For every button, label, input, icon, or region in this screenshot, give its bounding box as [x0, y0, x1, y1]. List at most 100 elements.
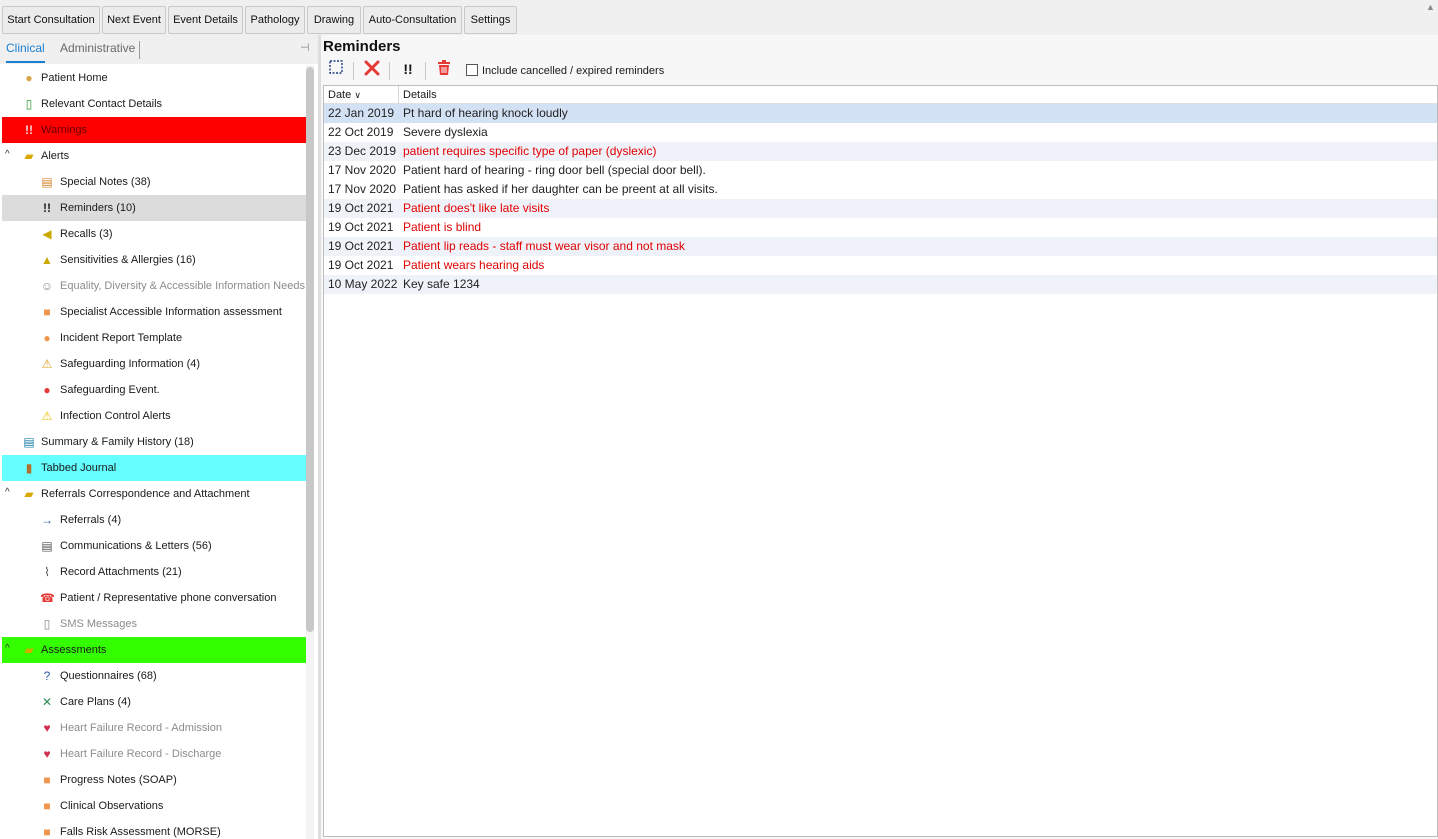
tree-item-specialist-accessible-info[interactable]: ■ Specialist Accessible Information asse…: [2, 299, 306, 325]
tree-item-label: Falls Risk Assessment (MORSE): [60, 826, 221, 838]
row-details: Key safe 1234: [403, 277, 480, 291]
table-row[interactable]: 19 Oct 2021 Patient lip reads - staff mu…: [324, 237, 1437, 256]
chevron-up-icon[interactable]: ^: [5, 149, 10, 160]
drawing-button[interactable]: Drawing: [307, 6, 361, 34]
journal-icon: ▮: [25, 461, 33, 475]
folder-icon: ▰: [24, 149, 34, 163]
auto-consultation-button[interactable]: Auto-Consultation: [363, 6, 462, 34]
trash-icon[interactable]: [435, 60, 453, 78]
tree-item-label: Care Plans (4): [60, 696, 131, 708]
table-row[interactable]: 19 Oct 2021 Patient wears hearing aids: [324, 256, 1437, 275]
tree-item-safeguarding-information[interactable]: ⚠ Safeguarding Information (4): [2, 351, 306, 377]
book-icon: ▤: [23, 435, 35, 449]
tree-item-equality-diversity[interactable]: ☺ Equality, Diversity & Accessible Infor…: [2, 273, 306, 299]
tree-item-infection-control[interactable]: ⚠ Infection Control Alerts: [2, 403, 306, 429]
row-details: Patient has asked if her daughter can be…: [403, 182, 718, 196]
column-separator[interactable]: [398, 86, 399, 104]
row-details: Patient wears hearing aids: [403, 258, 545, 272]
event-details-button[interactable]: Event Details: [168, 6, 243, 34]
tree-item-questionnaires[interactable]: ? Questionnaires (68): [2, 663, 306, 689]
tree-item-care-plans[interactable]: ✕ Care Plans (4): [2, 689, 306, 715]
tree-item-label: Questionnaires (68): [60, 670, 157, 682]
pathology-button[interactable]: Pathology: [245, 6, 305, 34]
tree-item-relevant-contact-details[interactable]: ▯ Relevant Contact Details: [2, 91, 306, 117]
row-details: Patient is blind: [403, 220, 482, 234]
tree-item-record-attachments[interactable]: ⌇ Record Attachments (21): [2, 559, 306, 585]
tree-item-referrals[interactable]: → Referrals (4): [2, 507, 306, 533]
allergy-icon: ▲: [41, 253, 53, 267]
table-row[interactable]: 19 Oct 2021 Patient is blind: [324, 218, 1437, 237]
toolbar-separator: [353, 62, 354, 80]
scroll-up-arrow-icon[interactable]: ▲: [1426, 2, 1436, 16]
tree-item-clinical-observations[interactable]: ■ Clinical Observations: [2, 793, 306, 819]
table-row[interactable]: 17 Nov 2020 Patient has asked if her dau…: [324, 180, 1437, 199]
delete-cross-icon[interactable]: [363, 60, 381, 78]
tree-item-label: Referrals (4): [60, 514, 122, 526]
tree-item-label: Special Notes (38): [60, 176, 151, 188]
tree-item-referrals-correspondence[interactable]: ^ ▰ Referrals Correspondence and Attachm…: [2, 481, 306, 507]
tree-scrollbar[interactable]: [306, 65, 314, 839]
tree-item-assessments[interactable]: ^ ▰ Assessments: [2, 637, 306, 663]
tree-item-phone-conversation[interactable]: ☎ Patient / Representative phone convers…: [2, 585, 306, 611]
tree-item-recalls[interactable]: ◀ Recalls (3): [2, 221, 306, 247]
include-cancelled-checkbox[interactable]: [466, 64, 478, 76]
folder-icon: ▰: [24, 487, 34, 501]
tree-item-safeguarding-event[interactable]: ● Safeguarding Event.: [2, 377, 306, 403]
tree-item-communications-letters[interactable]: ▤ Communications & Letters (56): [2, 533, 306, 559]
start-consultation-button[interactable]: Start Consultation: [2, 6, 100, 34]
tree-item-sensitivities-allergies[interactable]: ▲ Sensitivities & Allergies (16): [2, 247, 306, 273]
tree-item-label: Warnings: [41, 124, 88, 136]
tree-item-label: Patient / Representative phone conversat…: [60, 592, 277, 604]
tree-item-special-notes[interactable]: ▤ Special Notes (38): [2, 169, 306, 195]
column-header-details[interactable]: Details: [403, 89, 437, 101]
table-row[interactable]: 17 Nov 2020 Patient hard of hearing - ri…: [324, 161, 1437, 180]
tree-item-alerts[interactable]: ^ ▰ Alerts: [2, 143, 306, 169]
top-toolbar: Start Consultation Next Event Event Deta…: [0, 0, 1438, 35]
tree-item-progress-notes[interactable]: ■ Progress Notes (SOAP): [2, 767, 306, 793]
tree-item-reminders[interactable]: !! Reminders (10): [2, 195, 306, 221]
row-details: patient requires specific type of paper …: [403, 144, 657, 158]
tree-item-label: Referrals Correspondence and Attachment: [41, 488, 250, 500]
tree-item-label: Assessments: [41, 644, 107, 656]
tab-administrative[interactable]: Administrative: [60, 41, 141, 59]
tree-item-label: Heart Failure Record - Admission: [60, 722, 223, 734]
tree-item-summary-family-history[interactable]: ▤ Summary & Family History (18): [2, 429, 306, 455]
row-date: 22 Oct 2019: [328, 125, 394, 139]
tree-item-heart-failure-admission[interactable]: ♥ Heart Failure Record - Admission: [2, 715, 306, 741]
table-row[interactable]: 22 Jan 2019 Pt hard of hearing knock lou…: [324, 104, 1437, 123]
row-details: Severe dyslexia: [403, 125, 488, 139]
priority-icon[interactable]: !!: [399, 60, 417, 78]
row-date: 19 Oct 2021: [328, 201, 394, 215]
tree-scrollbar-thumb[interactable]: [306, 67, 314, 632]
chevron-up-icon[interactable]: ^: [5, 643, 10, 654]
pin-icon[interactable]: ⊣: [300, 41, 310, 54]
nav-tabs: Clinical Administrative ⊣: [0, 35, 318, 64]
orange-square-icon: ■: [43, 825, 51, 839]
tree-item-heart-failure-discharge[interactable]: ♥ Heart Failure Record - Discharge: [2, 741, 306, 767]
tree-item-label: Communications & Letters (56): [60, 540, 212, 552]
tree-item-tabbed-journal[interactable]: ▮ Tabbed Journal: [2, 455, 306, 481]
tree-item-sms-messages[interactable]: ▯ SMS Messages: [2, 611, 306, 637]
tree-item-incident-report[interactable]: ● Incident Report Template: [2, 325, 306, 351]
tree-item-label: Relevant Contact Details: [41, 98, 163, 110]
next-event-button[interactable]: Next Event: [102, 6, 166, 34]
chevron-up-icon[interactable]: ^: [5, 487, 10, 498]
row-date: 22 Jan 2019: [328, 106, 395, 120]
table-row[interactable]: 19 Oct 2021 Patient does't like late vis…: [324, 199, 1437, 218]
column-header-date[interactable]: Date ∨: [328, 89, 361, 101]
warning-triangle-icon: ⚠: [41, 409, 53, 423]
table-row[interactable]: 10 May 2022 Key safe 1234: [324, 275, 1437, 294]
table-row[interactable]: 23 Dec 2019 patient requires specific ty…: [324, 142, 1437, 161]
select-all-icon[interactable]: [327, 60, 345, 78]
settings-button[interactable]: Settings: [464, 6, 517, 34]
arrow-right-icon: →: [41, 513, 53, 527]
tree-item-falls-risk-assessment[interactable]: ■ Falls Risk Assessment (MORSE): [2, 819, 306, 839]
tree-item-label: Summary & Family History (18): [41, 436, 194, 448]
row-date: 17 Nov 2020: [328, 163, 397, 177]
red-alert-icon: ●: [43, 383, 51, 397]
tab-clinical[interactable]: Clinical: [6, 41, 45, 63]
tree-item-patient-home[interactable]: ● Patient Home: [2, 65, 306, 91]
folder-icon: ▰: [24, 643, 34, 657]
table-row[interactable]: 22 Oct 2019 Severe dyslexia: [324, 123, 1437, 142]
tree-item-warnings[interactable]: !! Warnings: [2, 117, 306, 143]
